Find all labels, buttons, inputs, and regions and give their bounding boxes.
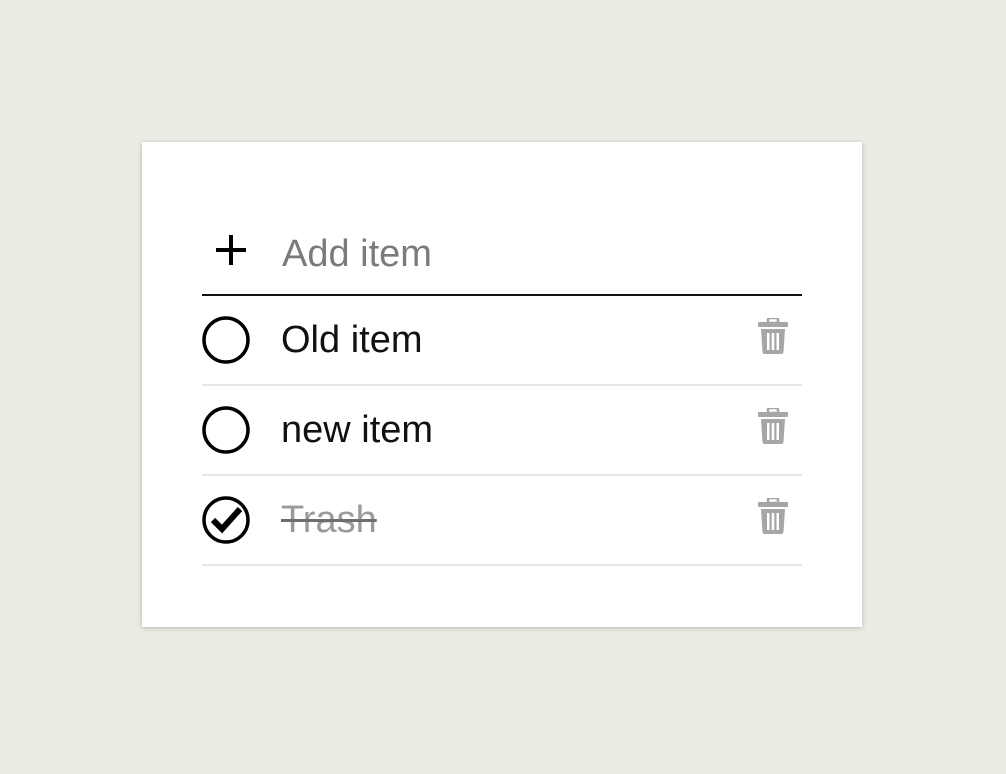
item-label: Old item [281,319,423,361]
item-label: new item [281,409,434,451]
add-item-input[interactable] [280,232,784,276]
add-item-row [202,224,802,296]
todo-card: Old item new item [142,142,862,627]
circle-icon[interactable] [202,316,250,364]
trash-icon[interactable] [758,408,788,444]
trash-icon[interactable] [758,498,788,534]
item-label: Trash [281,499,377,541]
todo-list: Old item new item [202,224,802,566]
plus-icon[interactable] [215,234,247,266]
list-item: Trash [202,476,802,566]
check-circle-icon[interactable] [202,496,250,544]
list-item: Old item [202,296,802,386]
list-item: new item [202,386,802,476]
circle-icon[interactable] [202,406,250,454]
trash-icon[interactable] [758,318,788,354]
